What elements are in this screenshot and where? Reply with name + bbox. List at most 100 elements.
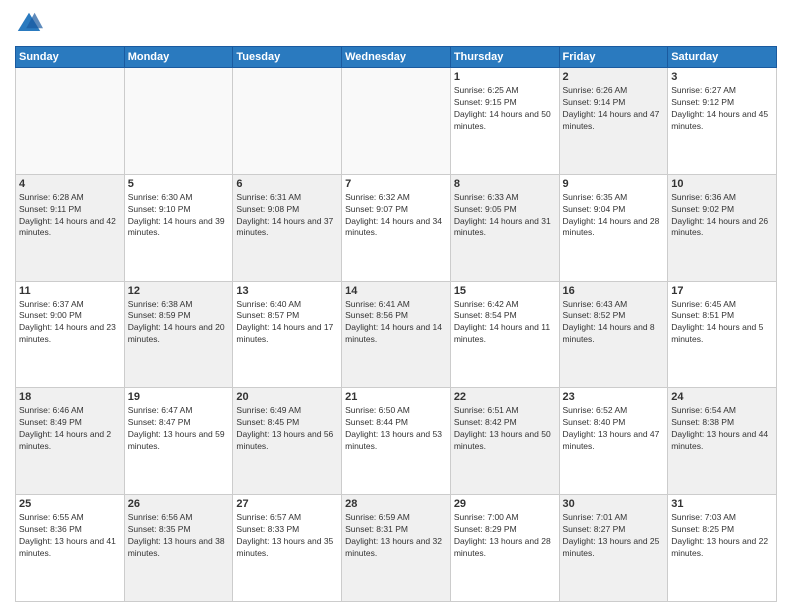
page: SundayMondayTuesdayWednesdayThursdayFrid… bbox=[0, 0, 792, 612]
day-info: Sunrise: 6:36 AMSunset: 9:02 PMDaylight:… bbox=[671, 192, 773, 240]
day-info: Sunrise: 6:27 AMSunset: 9:12 PMDaylight:… bbox=[671, 85, 773, 133]
calendar-cell: 28 Sunrise: 6:59 AMSunset: 8:31 PMDayligh… bbox=[342, 495, 451, 602]
weekday-header: Tuesday bbox=[233, 47, 342, 68]
day-info: Sunrise: 6:50 AMSunset: 8:44 PMDaylight:… bbox=[345, 405, 447, 453]
calendar-cell: 18Sunrise: 6:46 AMSunset: 8:49 PMDayligh… bbox=[16, 388, 125, 495]
calendar-cell: 8 Sunrise: 6:33 AMSunset: 9:05 PMDaylight… bbox=[450, 174, 559, 281]
day-info: Sunrise: 6:55 AMSunset: 8:36 PMDaylight:… bbox=[19, 512, 121, 560]
day-info: Sunrise: 7:03 AMSunset: 8:25 PMDaylight:… bbox=[671, 512, 773, 560]
calendar-cell: 14 Sunrise: 6:41 AMSunset: 8:56 PMDayligh… bbox=[342, 281, 451, 388]
day-number: 31 bbox=[671, 498, 773, 510]
day-info: Sunrise: 6:33 AMSunset: 9:05 PMDaylight:… bbox=[454, 192, 556, 240]
calendar-week-row: 25 Sunrise: 6:55 AMSunset: 8:36 PMDayligh… bbox=[16, 495, 777, 602]
calendar-cell: 4 Sunrise: 6:28 AMSunset: 9:11 PMDaylight… bbox=[16, 174, 125, 281]
day-number: 2 bbox=[563, 71, 665, 83]
calendar-cell: 22 Sunrise: 6:51 AMSunset: 8:42 PMDayligh… bbox=[450, 388, 559, 495]
calendar-header-row: SundayMondayTuesdayWednesdayThursdayFrid… bbox=[16, 47, 777, 68]
day-info: Sunrise: 6:45 AMSunset: 8:51 PMDaylight:… bbox=[671, 299, 773, 347]
day-number: 7 bbox=[345, 178, 447, 190]
day-info: Sunrise: 6:30 AMSunset: 9:10 PMDaylight:… bbox=[128, 192, 230, 240]
calendar-cell: 25 Sunrise: 6:55 AMSunset: 8:36 PMDayligh… bbox=[16, 495, 125, 602]
day-info: Sunrise: 6:40 AMSunset: 8:57 PMDaylight:… bbox=[236, 299, 338, 347]
day-info: Sunrise: 6:37 AMSunset: 9:00 PMDaylight:… bbox=[19, 299, 121, 347]
calendar-cell: 7 Sunrise: 6:32 AMSunset: 9:07 PMDaylight… bbox=[342, 174, 451, 281]
calendar-cell: 6Sunrise: 6:31 AMSunset: 9:08 PMDaylight… bbox=[233, 174, 342, 281]
day-number: 10 bbox=[671, 178, 773, 190]
calendar-cell bbox=[233, 68, 342, 175]
calendar-cell: 13 Sunrise: 6:40 AMSunset: 8:57 PMDayligh… bbox=[233, 281, 342, 388]
day-info: Sunrise: 6:47 AMSunset: 8:47 PMDaylight:… bbox=[128, 405, 230, 453]
day-number: 13 bbox=[236, 285, 338, 297]
day-number: 15 bbox=[454, 285, 556, 297]
weekday-header: Monday bbox=[124, 47, 233, 68]
day-info: Sunrise: 6:57 AMSunset: 8:33 PMDaylight:… bbox=[236, 512, 338, 560]
calendar-cell: 27 Sunrise: 6:57 AMSunset: 8:33 PMDayligh… bbox=[233, 495, 342, 602]
day-info: Sunrise: 6:31 AMSunset: 9:08 PMDaylight:… bbox=[236, 192, 338, 240]
day-number: 17 bbox=[671, 285, 773, 297]
day-info: Sunrise: 6:25 AMSunset: 9:15 PMDaylight:… bbox=[454, 85, 556, 133]
day-info: Sunrise: 6:59 AMSunset: 8:31 PMDaylight:… bbox=[345, 512, 447, 560]
day-number: 4 bbox=[19, 178, 121, 190]
calendar-cell: 1 Sunrise: 6:25 AMSunset: 9:15 PMDaylight… bbox=[450, 68, 559, 175]
day-number: 30 bbox=[563, 498, 665, 510]
day-number: 24 bbox=[671, 391, 773, 403]
weekday-header: Sunday bbox=[16, 47, 125, 68]
calendar-cell: 15 Sunrise: 6:42 AMSunset: 8:54 PMDayligh… bbox=[450, 281, 559, 388]
calendar-cell: 20Sunrise: 6:49 AMSunset: 8:45 PMDayligh… bbox=[233, 388, 342, 495]
day-info: Sunrise: 6:35 AMSunset: 9:04 PMDaylight:… bbox=[563, 192, 665, 240]
calendar-cell: 10 Sunrise: 6:36 AMSunset: 9:02 PMDayligh… bbox=[668, 174, 777, 281]
day-info: Sunrise: 6:52 AMSunset: 8:40 PMDaylight:… bbox=[563, 405, 665, 453]
day-info: Sunrise: 6:32 AMSunset: 9:07 PMDaylight:… bbox=[345, 192, 447, 240]
day-number: 3 bbox=[671, 71, 773, 83]
calendar-cell: 21 Sunrise: 6:50 AMSunset: 8:44 PMDayligh… bbox=[342, 388, 451, 495]
day-info: Sunrise: 6:49 AMSunset: 8:45 PMDaylight:… bbox=[236, 405, 338, 453]
calendar-cell bbox=[124, 68, 233, 175]
day-number: 8 bbox=[454, 178, 556, 190]
day-info: Sunrise: 6:54 AMSunset: 8:38 PMDaylight:… bbox=[671, 405, 773, 453]
weekday-header: Friday bbox=[559, 47, 668, 68]
day-info: Sunrise: 7:00 AMSunset: 8:29 PMDaylight:… bbox=[454, 512, 556, 560]
day-info: Sunrise: 6:51 AMSunset: 8:42 PMDaylight:… bbox=[454, 405, 556, 453]
day-number: 12 bbox=[128, 285, 230, 297]
day-number: 14 bbox=[345, 285, 447, 297]
day-number: 28 bbox=[345, 498, 447, 510]
calendar-week-row: 1 Sunrise: 6:25 AMSunset: 9:15 PMDaylight… bbox=[16, 68, 777, 175]
weekday-header: Saturday bbox=[668, 47, 777, 68]
day-info: Sunrise: 6:28 AMSunset: 9:11 PMDaylight:… bbox=[19, 192, 121, 240]
calendar-cell: 9 Sunrise: 6:35 AMSunset: 9:04 PMDaylight… bbox=[559, 174, 668, 281]
calendar-table: SundayMondayTuesdayWednesdayThursdayFrid… bbox=[15, 46, 777, 602]
day-number: 11 bbox=[19, 285, 121, 297]
calendar-week-row: 18Sunrise: 6:46 AMSunset: 8:49 PMDayligh… bbox=[16, 388, 777, 495]
calendar-cell: 19 Sunrise: 6:47 AMSunset: 8:47 PMDayligh… bbox=[124, 388, 233, 495]
calendar-cell: 12Sunrise: 6:38 AMSunset: 8:59 PMDayligh… bbox=[124, 281, 233, 388]
day-number: 21 bbox=[345, 391, 447, 403]
day-number: 9 bbox=[563, 178, 665, 190]
day-info: Sunrise: 7:01 AMSunset: 8:27 PMDaylight:… bbox=[563, 512, 665, 560]
calendar-cell: 3 Sunrise: 6:27 AMSunset: 9:12 PMDaylight… bbox=[668, 68, 777, 175]
day-number: 23 bbox=[563, 391, 665, 403]
calendar-cell: 16 Sunrise: 6:43 AMSunset: 8:52 PMDayligh… bbox=[559, 281, 668, 388]
day-info: Sunrise: 6:26 AMSunset: 9:14 PMDaylight:… bbox=[563, 85, 665, 133]
day-info: Sunrise: 6:42 AMSunset: 8:54 PMDaylight:… bbox=[454, 299, 556, 347]
day-number: 5 bbox=[128, 178, 230, 190]
logo bbox=[15, 10, 47, 38]
day-info: Sunrise: 6:43 AMSunset: 8:52 PMDaylight:… bbox=[563, 299, 665, 347]
day-number: 19 bbox=[128, 391, 230, 403]
day-number: 1 bbox=[454, 71, 556, 83]
day-info: Sunrise: 6:56 AMSunset: 8:35 PMDaylight:… bbox=[128, 512, 230, 560]
calendar-week-row: 11 Sunrise: 6:37 AMSunset: 9:00 PMDayligh… bbox=[16, 281, 777, 388]
day-info: Sunrise: 6:41 AMSunset: 8:56 PMDaylight:… bbox=[345, 299, 447, 347]
calendar-week-row: 4 Sunrise: 6:28 AMSunset: 9:11 PMDaylight… bbox=[16, 174, 777, 281]
day-number: 16 bbox=[563, 285, 665, 297]
weekday-header: Thursday bbox=[450, 47, 559, 68]
calendar-cell bbox=[16, 68, 125, 175]
day-number: 22 bbox=[454, 391, 556, 403]
day-number: 25 bbox=[19, 498, 121, 510]
header bbox=[15, 10, 777, 38]
weekday-header: Wednesday bbox=[342, 47, 451, 68]
calendar-cell: 5 Sunrise: 6:30 AMSunset: 9:10 PMDaylight… bbox=[124, 174, 233, 281]
day-number: 26 bbox=[128, 498, 230, 510]
calendar-cell bbox=[342, 68, 451, 175]
day-number: 27 bbox=[236, 498, 338, 510]
day-number: 18 bbox=[19, 391, 121, 403]
